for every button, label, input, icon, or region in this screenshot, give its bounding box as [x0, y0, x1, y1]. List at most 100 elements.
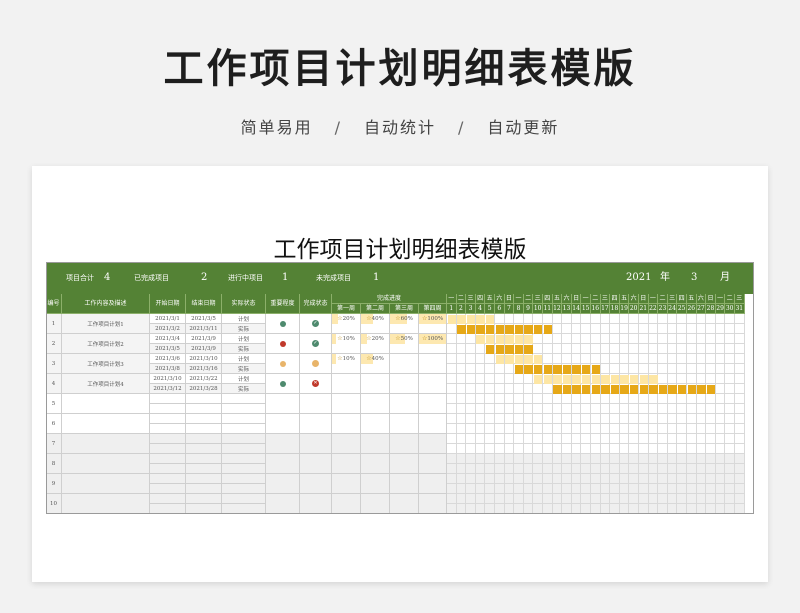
gantt-cell	[485, 504, 495, 514]
gantt-cell	[667, 394, 678, 404]
actual-bar-segment	[668, 384, 677, 394]
gantt-cell	[715, 374, 726, 384]
gantt-cell	[581, 394, 591, 404]
gantt-cell	[571, 504, 582, 514]
empty-cell	[186, 404, 222, 414]
empty-cell	[419, 494, 447, 514]
empty-cell	[361, 494, 390, 514]
gantt-cell	[706, 484, 716, 494]
gantt-cell	[581, 334, 591, 344]
gantt-cell	[706, 454, 716, 464]
plan-bar-segment	[591, 374, 601, 384]
gantt-cell	[696, 324, 707, 334]
gantt-cell	[706, 434, 716, 444]
project-name: 工作项目计划2	[62, 334, 150, 354]
gantt-cell	[610, 314, 620, 324]
gantt-cell	[523, 484, 534, 494]
gantt-cell	[466, 444, 476, 454]
empty-cell	[222, 474, 266, 484]
plan-bar-segment	[457, 314, 466, 324]
gantt-cell	[619, 364, 630, 374]
day-header: 10	[533, 304, 543, 314]
project-name-empty	[62, 454, 150, 474]
gantt-cell	[629, 464, 639, 474]
actual-bar-segment	[572, 384, 581, 394]
weekday-header: 三	[466, 294, 476, 304]
empty-cell	[390, 494, 419, 514]
week-percent: 50%	[400, 335, 413, 342]
gantt-cell	[495, 364, 505, 374]
weekday-header: 日	[706, 294, 716, 304]
empty-cell	[186, 464, 222, 474]
gantt-cell	[639, 504, 649, 514]
gantt-cell	[658, 424, 668, 434]
empty-cell	[150, 464, 186, 474]
gantt-cell	[485, 404, 495, 414]
weekday-header: 一	[581, 294, 591, 304]
gantt-cell	[447, 384, 457, 394]
gantt-cell	[639, 394, 649, 404]
gantt-cell	[658, 364, 668, 374]
row-number: 5	[46, 394, 62, 414]
gantt-cell	[696, 484, 707, 494]
gantt-cell	[581, 414, 591, 424]
gantt-cell	[639, 434, 649, 444]
weekday-header: 一	[447, 294, 457, 304]
gantt-cell	[696, 494, 707, 504]
gantt-cell	[725, 424, 735, 434]
gantt-cell	[648, 484, 659, 494]
empty-cell	[332, 474, 361, 494]
empty-cell	[150, 504, 186, 514]
empty-cell	[300, 494, 332, 514]
plan-bar-segment	[466, 314, 476, 324]
gantt-cell	[504, 434, 515, 444]
gantt-cell	[447, 504, 457, 514]
gantt-cell	[735, 334, 745, 344]
empty-cell	[300, 454, 332, 474]
gantt-cell	[447, 454, 457, 464]
gantt-cell	[725, 464, 735, 474]
gantt-cell	[610, 444, 620, 454]
gantt-cell	[571, 404, 582, 414]
empty-cell	[361, 474, 390, 494]
gantt-cell	[552, 504, 563, 514]
gantt-cell	[456, 424, 467, 434]
day-header: 9	[523, 304, 534, 314]
actual-end-date: 2021/3/11	[186, 324, 222, 334]
gantt-cell	[485, 464, 495, 474]
week-progress	[390, 374, 419, 394]
project-name: 工作项目计划3	[62, 354, 150, 374]
gantt-cell	[447, 444, 457, 454]
gantt-cell	[456, 394, 467, 404]
gantt-cell	[658, 504, 668, 514]
gantt-cell	[475, 364, 486, 374]
gantt-cell	[629, 474, 639, 484]
gantt-cell	[619, 404, 630, 414]
gantt-cell	[725, 394, 735, 404]
actual-bar-segment	[466, 324, 476, 334]
gantt-cell	[485, 434, 495, 444]
plan-end-date: 2021/3/9	[186, 334, 222, 344]
gantt-cell	[456, 334, 467, 344]
empty-cell	[419, 414, 447, 434]
priority-indicator	[266, 334, 300, 354]
week-percent: 60%	[400, 315, 413, 322]
actual-bar-segment	[649, 384, 658, 394]
priority-indicator	[266, 354, 300, 374]
empty-cell	[150, 434, 186, 444]
gantt-cell	[600, 454, 611, 464]
weekday-header: 五	[687, 294, 697, 304]
gantt-cell	[591, 414, 601, 424]
gantt-cell	[619, 324, 630, 334]
plan-bar-segment	[524, 354, 533, 364]
gantt-cell	[475, 404, 486, 414]
gantt-cell	[648, 474, 659, 484]
empty-cell	[222, 504, 266, 514]
gantt-cell	[495, 454, 505, 464]
gantt-cell	[552, 344, 563, 354]
day-header: 1	[447, 304, 457, 314]
actual-bar-segment	[543, 324, 553, 334]
actual-bar-segment	[505, 324, 514, 334]
gantt-cell	[677, 344, 687, 354]
plan-bar-segment	[639, 374, 649, 384]
